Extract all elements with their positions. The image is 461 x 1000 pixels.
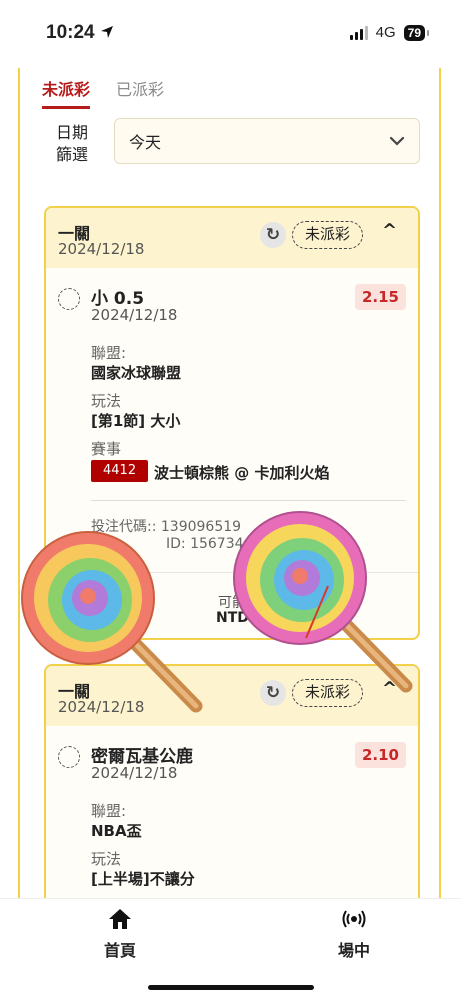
battery-icon: 79 — [403, 24, 430, 41]
play-label: 玩法 — [91, 392, 122, 410]
content-frame: 未派彩 已派彩 日期篩選 今天 一關 2024/12/18 ↻ 未派彩 ^ 小 … — [18, 68, 441, 898]
live-signal-icon — [314, 907, 394, 935]
selection-circle-icon — [58, 746, 80, 768]
network-label: 4G — [375, 24, 396, 41]
card-date: 2024/12/18 — [58, 240, 145, 258]
date-filter-label: 日期篩選 — [55, 123, 88, 164]
status-badge: 未派彩 — [292, 221, 364, 249]
bottom-tab-bar: 首頁 場中 — [0, 898, 461, 1000]
location-arrow-icon — [100, 26, 113, 38]
bet-status-tabs: 未派彩 已派彩 — [42, 76, 164, 109]
lollipop-sticker-icon — [233, 511, 413, 693]
tab-settled[interactable]: 已派彩 — [116, 76, 164, 109]
nav-home[interactable]: 首頁 — [80, 907, 160, 961]
date-filter-select[interactable]: 今天 — [114, 118, 420, 164]
status-bar: 10:24 4G 79 — [0, 0, 461, 68]
divider — [91, 500, 406, 501]
league-label: 聯盟: — [91, 802, 127, 820]
selection-circle-icon — [58, 288, 80, 310]
play-value: [上半場]不讓分 — [91, 870, 195, 888]
card-header[interactable]: 一關 2024/12/18 ↻ 未派彩 ^ — [46, 208, 418, 268]
play-label: 玩法 — [91, 850, 122, 868]
refresh-icon[interactable]: ↻ — [260, 222, 286, 248]
bet-date: 2024/12/18 — [91, 764, 178, 782]
nav-live[interactable]: 場中 — [314, 907, 394, 961]
bet-detail: 密爾瓦基公鹿 2024/12/18 2.10 聯盟: NBA盃 玩法 [上半場]… — [46, 726, 418, 898]
bet-date: 2024/12/18 — [91, 306, 178, 324]
signal-icon — [349, 25, 368, 40]
chevron-up-icon[interactable]: ^ — [382, 220, 397, 241]
league-value: 國家冰球聯盟 — [91, 364, 182, 382]
play-value: [第1節] 大小 — [91, 412, 181, 430]
status-time: 10:24 — [46, 22, 114, 44]
league-value: NBA盃 — [91, 822, 142, 840]
league-label: 聯盟: — [91, 344, 127, 362]
match-label: 賽事 — [91, 440, 122, 458]
odds-badge: 2.10 — [354, 742, 406, 768]
nav-home-label: 首頁 — [103, 941, 136, 960]
match-id-badge: 4412 — [91, 460, 149, 482]
nav-live-label: 場中 — [337, 941, 370, 960]
tab-unsettled[interactable]: 未派彩 — [42, 76, 91, 109]
date-filter-value: 今天 — [129, 133, 162, 152]
home-indicator — [148, 985, 314, 990]
lollipop-sticker-icon — [21, 531, 203, 713]
odds-badge: 2.15 — [354, 284, 406, 310]
home-icon — [80, 907, 160, 935]
chevron-down-icon — [389, 136, 405, 146]
match-name: 波士頓棕熊 @ 卡加利火焰 — [154, 464, 330, 482]
